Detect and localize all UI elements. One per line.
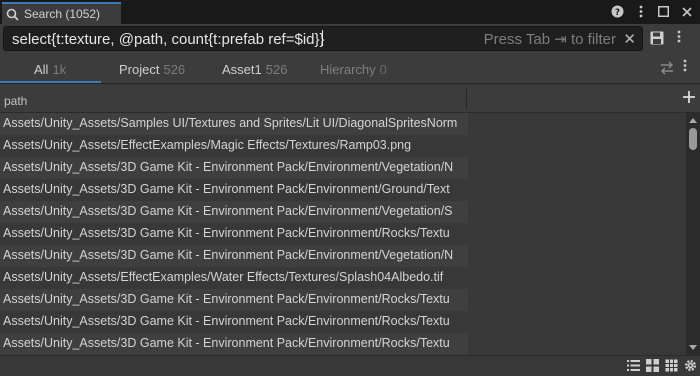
table-header: path (0, 85, 700, 113)
provider-tabs: All 1k Project 526 Asset1 526 Hierarchy 0 (0, 54, 700, 84)
window-tab-title: Search (1052) (24, 7, 101, 21)
table-row[interactable]: Assets/Unity_Assets/3D Game Kit - Enviro… (0, 223, 468, 245)
save-search-icon[interactable] (650, 31, 664, 45)
search-toolbar: select{t:texture, @path, count{t:prefab … (0, 24, 700, 54)
table-row[interactable]: Assets/Unity_Assets/3D Game Kit - Enviro… (0, 333, 468, 355)
tab-asset1[interactable]: Asset1 526 (222, 62, 287, 77)
grid-view-icon[interactable] (646, 359, 659, 372)
search-window-tab[interactable]: Search (1052) (2, 2, 121, 24)
search-options-icon[interactable] (677, 30, 681, 46)
search-input[interactable]: select{t:texture, @path, count{t:prefab … (3, 26, 643, 51)
tabs-options-icon[interactable] (683, 59, 687, 75)
search-query-text[interactable]: select{t:texture, @path, count{t:prefab … (12, 30, 325, 48)
help-icon[interactable]: ? (610, 4, 625, 19)
table-row[interactable]: Assets/Unity_Assets/3D Game Kit - Enviro… (0, 157, 468, 179)
search-hint: Press Tab ⇥ to filter (483, 31, 616, 48)
kebab-menu-icon[interactable] (633, 4, 648, 19)
sync-icon[interactable] (659, 61, 675, 75)
clear-search-icon[interactable]: ✕ (623, 30, 636, 48)
status-bar (0, 355, 700, 376)
table-row[interactable]: Assets/Unity_Assets/3D Game Kit - Enviro… (0, 289, 468, 311)
tab-all[interactable]: All 1k (34, 62, 66, 77)
text-caret (321, 30, 323, 46)
scroll-down-arrow-icon[interactable] (689, 345, 697, 350)
table-row[interactable]: Assets/Unity_Assets/EffectExamples/Magic… (0, 135, 468, 157)
add-column-icon[interactable] (682, 87, 696, 110)
active-tab-indicator (0, 81, 101, 83)
vertical-scrollbar[interactable] (686, 113, 700, 355)
tab-hierarchy[interactable]: Hierarchy 0 (320, 62, 387, 77)
table-row[interactable]: Assets/Unity_Assets/3D Game Kit - Enviro… (0, 245, 468, 267)
maximize-icon[interactable] (656, 4, 671, 19)
column-header-path[interactable]: path (4, 94, 27, 108)
window-tab-bar: Search (1052) ? (0, 0, 700, 24)
list-view-icon[interactable] (627, 359, 640, 372)
scroll-up-arrow-icon[interactable] (689, 118, 697, 123)
table-row[interactable]: Assets/Unity_Assets/3D Game Kit - Enviro… (0, 201, 468, 223)
table-row[interactable]: Assets/Unity_Assets/EffectExamples/Water… (0, 267, 468, 289)
table-row[interactable]: Assets/Unity_Assets/Samples UI/Textures … (0, 113, 468, 135)
table-view-icon[interactable] (665, 359, 678, 372)
results-table: Assets/Unity_Assets/Samples UI/Textures … (0, 113, 686, 355)
tab-project[interactable]: Project 526 (119, 62, 185, 77)
scroll-thumb[interactable] (689, 128, 697, 150)
settings-gear-icon[interactable] (684, 359, 697, 372)
svg-text:?: ? (615, 8, 620, 18)
table-row[interactable]: Assets/Unity_Assets/3D Game Kit - Enviro… (0, 311, 468, 333)
magnifier-icon (6, 8, 19, 21)
table-row[interactable]: Assets/Unity_Assets/3D Game Kit - Enviro… (0, 179, 468, 201)
close-icon[interactable] (679, 4, 694, 19)
column-resize-handle[interactable] (466, 89, 467, 109)
